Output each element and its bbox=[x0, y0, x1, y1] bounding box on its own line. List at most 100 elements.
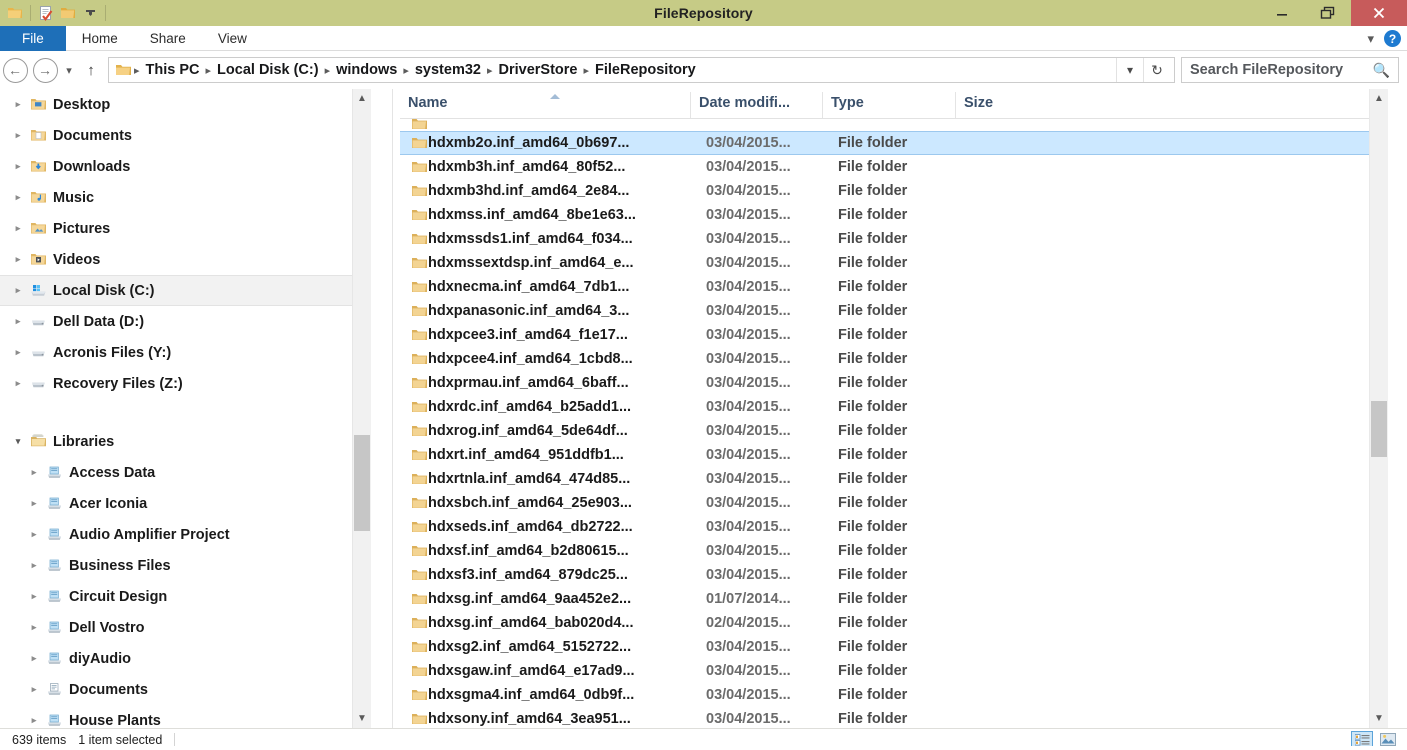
sidebar-item-acer-iconia[interactable]: ▸ Acer Iconia bbox=[0, 488, 371, 519]
expand-triangle-icon[interactable]: ▸ bbox=[26, 589, 42, 605]
refresh-icon[interactable]: ↻ bbox=[1143, 58, 1170, 82]
minimize-button[interactable] bbox=[1259, 0, 1305, 26]
table-row[interactable]: hdxpcee3.inf_amd64_f1e17... 03/04/2015...… bbox=[400, 323, 1388, 347]
table-row[interactable]: hdxsony.inf_amd64_3ea951... 03/04/2015...… bbox=[400, 707, 1388, 728]
table-row[interactable]: hdxmss.inf_amd64_8be1e63... 03/04/2015...… bbox=[400, 203, 1388, 227]
scroll-down-icon[interactable]: ▼ bbox=[353, 709, 371, 728]
sidebar-item-pictures[interactable]: ▸ Pictures bbox=[0, 213, 371, 244]
expand-triangle-icon[interactable]: ▸ bbox=[26, 527, 42, 543]
pane-divider[interactable] bbox=[392, 89, 393, 728]
breadcrumb-separator[interactable]: ▸ bbox=[402, 64, 410, 77]
breadcrumb-bar[interactable]: ▸ This PC ▸ Local Disk (C:) ▸ windows ▸ … bbox=[108, 57, 1175, 83]
expand-triangle-icon[interactable]: ▸ bbox=[10, 345, 26, 361]
breadcrumb-item-filerepository[interactable]: FileRepository bbox=[590, 62, 701, 78]
column-header-type[interactable]: Type bbox=[822, 92, 955, 118]
table-row[interactable]: hdxrdc.inf_amd64_b25add1... 03/04/2015...… bbox=[400, 395, 1388, 419]
back-button[interactable]: ← bbox=[0, 55, 30, 85]
table-row[interactable]: hdxsg.inf_amd64_9aa452e2... 01/07/2014...… bbox=[400, 587, 1388, 611]
breadcrumb-separator[interactable]: ▸ bbox=[324, 64, 332, 77]
restore-button[interactable] bbox=[1305, 0, 1351, 26]
table-row[interactable]: hdxnecma.inf_amd64_7db1... 03/04/2015... F… bbox=[400, 275, 1388, 299]
navigation-pane-scrollbar[interactable]: ▲ ▼ bbox=[352, 89, 371, 728]
customize-dropdown-icon[interactable] bbox=[79, 2, 101, 24]
breadcrumb-item-system32[interactable]: system32 bbox=[410, 62, 486, 78]
scrollbar-thumb[interactable] bbox=[1371, 401, 1387, 457]
table-row[interactable]: hdxrog.inf_amd64_5de64df... 03/04/2015...… bbox=[400, 419, 1388, 443]
expand-triangle-icon[interactable]: ▸ bbox=[26, 465, 42, 481]
expand-triangle-icon[interactable]: ▸ bbox=[10, 252, 26, 268]
expand-triangle-icon[interactable]: ▸ bbox=[26, 620, 42, 636]
expand-triangle-icon[interactable]: ▸ bbox=[10, 283, 26, 299]
forward-button[interactable]: → bbox=[30, 55, 60, 85]
table-row[interactable]: hdxmb3hd.inf_amd64_2e84... 03/04/2015... F… bbox=[400, 179, 1388, 203]
search-input[interactable]: Search FileRepository bbox=[1190, 62, 1343, 78]
table-row[interactable]: hdxsf3.inf_amd64_879dc25... 03/04/2015...… bbox=[400, 563, 1388, 587]
chevron-down-icon[interactable]: ▾ bbox=[1367, 31, 1374, 47]
tab-share[interactable]: Share bbox=[134, 26, 202, 51]
table-row[interactable]: hdxsbch.inf_amd64_25e903... 03/04/2015...… bbox=[400, 491, 1388, 515]
expand-triangle-icon[interactable]: ▸ bbox=[10, 221, 26, 237]
sidebar-item-house-plants[interactable]: ▸ House Plants bbox=[0, 705, 371, 729]
properties-icon[interactable] bbox=[35, 2, 57, 24]
column-header-size[interactable]: Size bbox=[955, 92, 1043, 118]
sidebar-item-dell-data-d[interactable]: ▸ Dell Data (D:) bbox=[0, 306, 371, 337]
breadcrumb-separator[interactable]: ▸ bbox=[582, 64, 590, 77]
table-row[interactable]: hdxmb3h.inf_amd64_80f52... 03/04/2015... F… bbox=[400, 155, 1388, 179]
sidebar-item-diyaudio[interactable]: ▸ diyAudio bbox=[0, 643, 371, 674]
table-row[interactable]: hdxpcee4.inf_amd64_1cbd8... 03/04/2015...… bbox=[400, 347, 1388, 371]
collapse-triangle-icon[interactable]: ▾ bbox=[10, 434, 26, 450]
new-folder-icon[interactable] bbox=[57, 2, 79, 24]
column-header-name[interactable]: Name bbox=[400, 92, 690, 118]
breadcrumb-item-windows[interactable]: windows bbox=[331, 62, 402, 78]
sidebar-item-desktop[interactable]: ▸ Desktop bbox=[0, 89, 371, 120]
breadcrumb-separator[interactable]: ▸ bbox=[205, 64, 213, 77]
scroll-up-icon[interactable]: ▲ bbox=[353, 89, 371, 108]
breadcrumb-separator[interactable]: ▸ bbox=[486, 64, 494, 77]
expand-triangle-icon[interactable]: ▸ bbox=[26, 682, 42, 698]
sidebar-item-recovery-files-z[interactable]: ▸ Recovery Files (Z:) bbox=[0, 368, 371, 399]
scroll-up-icon[interactable]: ▲ bbox=[1370, 89, 1388, 108]
expand-triangle-icon[interactable]: ▸ bbox=[26, 496, 42, 512]
recent-locations-icon[interactable]: ▾ bbox=[60, 64, 78, 77]
table-row[interactable]: hdxsg2.inf_amd64_5152722... 03/04/2015...… bbox=[400, 635, 1388, 659]
expand-triangle-icon[interactable]: ▸ bbox=[26, 651, 42, 667]
breadcrumb-separator[interactable]: ▸ bbox=[133, 64, 141, 77]
expand-triangle-icon[interactable]: ▸ bbox=[10, 97, 26, 113]
table-row[interactable]: hdxmssds1.inf_amd64_f034... 03/04/2015...… bbox=[400, 227, 1388, 251]
expand-triangle-icon[interactable]: ▸ bbox=[10, 376, 26, 392]
sidebar-item-libraries[interactable]: ▾ Libraries bbox=[0, 426, 371, 457]
sidebar-item-documents[interactable]: ▸ Documents bbox=[0, 674, 371, 705]
tab-view[interactable]: View bbox=[202, 26, 263, 51]
breadcrumb-folder-icon[interactable] bbox=[113, 63, 133, 77]
scroll-down-icon[interactable]: ▼ bbox=[1370, 709, 1388, 728]
breadcrumb-item-local-disk[interactable]: Local Disk (C:) bbox=[212, 62, 324, 78]
breadcrumb-item-this-pc[interactable]: This PC bbox=[141, 62, 205, 78]
sidebar-item-access-data[interactable]: ▸ Access Data bbox=[0, 457, 371, 488]
column-header-date-modified[interactable]: Date modifi... bbox=[690, 92, 822, 118]
scrollbar-thumb[interactable] bbox=[354, 435, 370, 531]
table-row[interactable]: hdxsgaw.inf_amd64_e17ad9... 03/04/2015...… bbox=[400, 659, 1388, 683]
table-row[interactable]: hdxmssextdsp.inf_amd64_e... 03/04/2015...… bbox=[400, 251, 1388, 275]
expand-triangle-icon[interactable]: ▸ bbox=[10, 128, 26, 144]
table-row[interactable]: hdxmb2o.inf_amd64_0b697... 03/04/2015... F… bbox=[400, 131, 1388, 155]
search-box[interactable]: Search FileRepository 🔍 bbox=[1181, 57, 1399, 83]
expand-triangle-icon[interactable]: ▸ bbox=[26, 713, 42, 729]
table-row[interactable]: hdxprmau.inf_amd64_6baff... 03/04/2015...… bbox=[400, 371, 1388, 395]
sidebar-item-music[interactable]: ▸ Music bbox=[0, 182, 371, 213]
table-row[interactable]: hdxrt.inf_amd64_951ddfb1... 03/04/2015...… bbox=[400, 443, 1388, 467]
sidebar-item-acronis-files-y[interactable]: ▸ Acronis Files (Y:) bbox=[0, 337, 371, 368]
sidebar-item-videos[interactable]: ▸ Videos bbox=[0, 244, 371, 275]
tab-file[interactable]: File bbox=[0, 26, 66, 51]
sidebar-item-circuit-design[interactable]: ▸ Circuit Design bbox=[0, 581, 371, 612]
table-row[interactable]: hdxsgma4.inf_amd64_0db9f... 03/04/2015...… bbox=[400, 683, 1388, 707]
table-row[interactable]: hdxseds.inf_amd64_db2722... 03/04/2015...… bbox=[400, 515, 1388, 539]
up-button[interactable]: ↑ bbox=[78, 62, 104, 79]
sidebar-item-downloads[interactable]: ▸ Downloads bbox=[0, 151, 371, 182]
close-button[interactable] bbox=[1351, 0, 1407, 26]
sidebar-item-local-disk-c[interactable]: ▸ Local Disk (C:) bbox=[0, 275, 371, 306]
folder-icon[interactable] bbox=[4, 2, 26, 24]
table-row[interactable]: hdxsg.inf_amd64_bab020d4... 02/04/2015...… bbox=[400, 611, 1388, 635]
search-icon[interactable]: 🔍 bbox=[1373, 62, 1390, 79]
previous-locations-icon[interactable]: ▾ bbox=[1116, 58, 1143, 82]
table-row[interactable]: hdxpanasonic.inf_amd64_3... 03/04/2015...… bbox=[400, 299, 1388, 323]
